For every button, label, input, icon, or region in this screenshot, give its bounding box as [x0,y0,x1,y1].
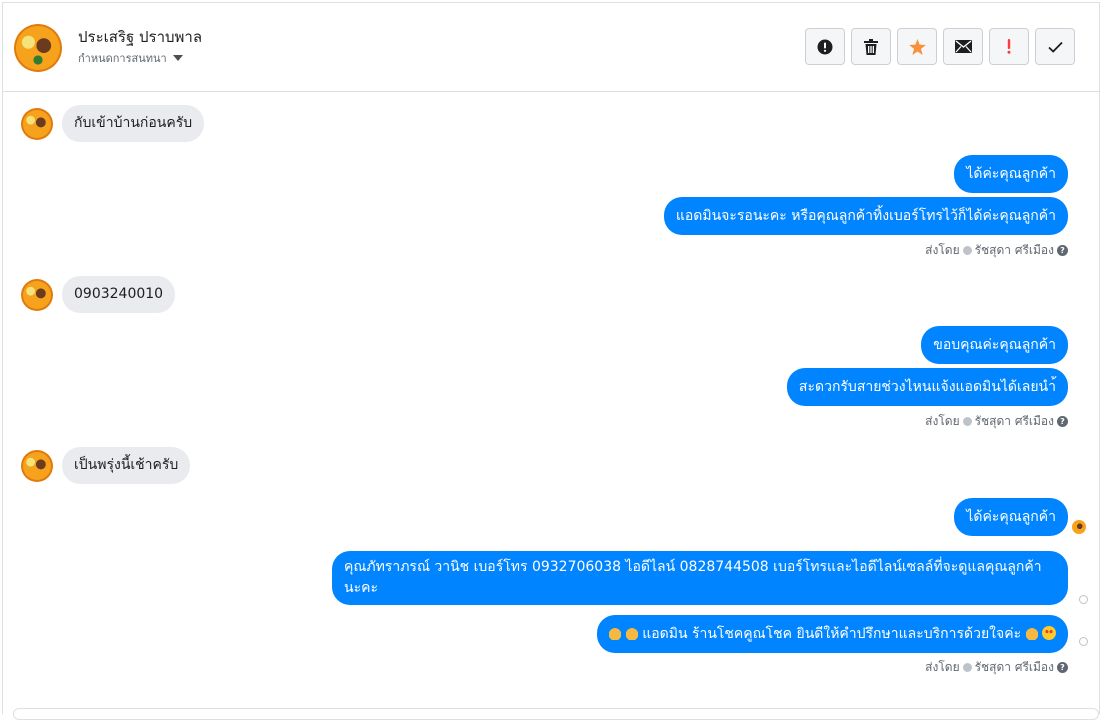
pray-emoji-icon [625,626,638,640]
sent-by-agent[interactable]: รัชสุดา ศรีเมือง [975,241,1054,260]
seen-avatar [1072,520,1086,534]
contact-avatar-small[interactable] [21,278,53,311]
mark-unread-button[interactable] [943,28,983,65]
contact-avatar[interactable] [14,24,62,72]
incoming-message[interactable]: เป็นพรุ่งนี้เช้าครับ [62,447,191,484]
incoming-message-row: เป็นพรุ่งนี้เช้าครับ [21,447,191,484]
incoming-message[interactable]: กับเข้าบ้านก่อนครับ [62,105,205,142]
sent-by-line: ส่งโดย รัชสุดา ศรีเมือง ? [925,241,1068,260]
outgoing-message[interactable]: ได้ค่ะคุณลูกค้า [954,498,1068,536]
outgoing-message[interactable]: สะดวกรับสายช่วงไหนแจ้งแอดมินได้เลยนำ้ [786,368,1068,406]
contact-avatar-small[interactable] [21,449,53,482]
sent-by-agent[interactable]: รัชสุดา ศรีเมือง [975,412,1054,431]
star-button[interactable] [897,28,937,65]
outgoing-message-text: แอดมิน ร้านโชคคูณโชค ยินดีให้คำปรึกษาและ… [642,626,1022,642]
incoming-message-row: 0903240010 [21,276,176,313]
sent-by-line: ส่งโดย รัชสุดา ศรีเมือง ? [925,658,1068,677]
contact-name[interactable]: ประเสริฐ ปราบพาล [78,25,202,49]
pray-emoji-icon [1025,626,1038,640]
message-composer[interactable] [13,708,1099,720]
contact-avatar-small[interactable] [21,107,53,140]
outgoing-message[interactable]: คุณภัทราภรณ์ วานิช เบอร์โทร 0932706038 ไ… [332,551,1068,605]
message-thread[interactable]: กับเข้าบ้านก่อนครับ ได้ค่ะคุณลูกค้า แอดม… [3,92,1099,712]
delete-button[interactable] [851,28,891,65]
outgoing-message[interactable]: ได้ค่ะคุณลูกค้า [954,155,1068,193]
sent-by-label: ส่งโดย [925,243,960,257]
caret-down-icon [172,55,183,61]
agent-icon [962,246,972,255]
sent-by-label: ส่งโดย [925,660,960,674]
trash-icon [864,38,878,55]
outgoing-message[interactable]: แอดมิน ร้านโชคคูณโชค ยินดีให้คำปรึกษาและ… [597,615,1068,653]
star-icon [908,38,926,55]
conversation-options-label: กำหนดการสนทนา [78,52,167,65]
incoming-message[interactable]: 0903240010 [62,276,176,313]
outgoing-message[interactable]: แอดมินจะรอนะคะ หรือคุณลูกค้าทิ้งเบอร์โทร… [663,197,1068,235]
envelope-icon [954,40,972,53]
follow-up-button[interactable] [989,28,1029,65]
exclamation-circle-icon [817,39,833,54]
help-icon[interactable]: ? [1057,245,1068,256]
conversation-header: ประเสริฐ ปราบพาล กำหนดการสนทนา [3,3,1099,92]
agent-icon [962,417,972,426]
help-icon[interactable]: ? [1057,662,1068,673]
outgoing-message[interactable]: ขอบคุณค่ะคุณลูกค้า [921,326,1068,364]
pray-emoji-icon [609,626,622,640]
sent-by-label: ส่งโดย [925,414,960,428]
sent-by-agent[interactable]: รัชสุดา ศรีเมือง [975,658,1054,677]
mark-spam-button[interactable] [805,28,845,65]
incoming-message-row: กับเข้าบ้านก่อนครับ [21,105,205,142]
delivered-check-icon [1079,637,1088,646]
agent-icon [962,663,972,672]
help-icon[interactable]: ? [1057,416,1068,427]
delivered-check-icon [1079,595,1088,604]
action-toolbar [805,28,1075,65]
sent-by-line: ส่งโดย รัชสุดา ศรีเมือง ? [925,412,1068,431]
checkmark-icon [1047,41,1063,53]
conversation-options-dropdown[interactable]: กำหนดการสนทนา [78,49,183,67]
exclamation-icon [1007,39,1011,54]
conversation-panel: ประเสริฐ ปราบพาล กำหนดการสนทนา กับเข้าบ้… [2,2,1100,720]
heart-eyes-emoji-icon [1042,626,1056,640]
mark-done-button[interactable] [1035,28,1075,65]
